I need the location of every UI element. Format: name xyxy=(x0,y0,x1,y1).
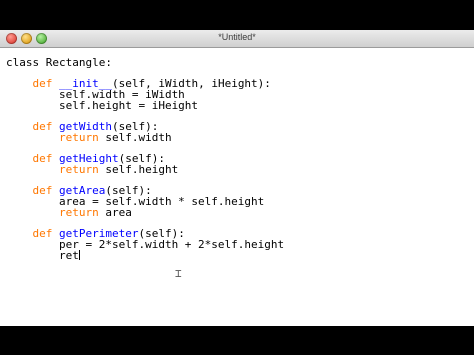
text-caret xyxy=(78,250,80,261)
code-text[interactable]: class Rectangle: def __init__(self, iWid… xyxy=(6,56,284,261)
code-keyword: return xyxy=(58,130,99,144)
bottom-letterbox xyxy=(0,326,474,355)
code-text-segment: self.width xyxy=(98,130,172,144)
code-line[interactable]: class Rectangle: xyxy=(6,56,284,69)
code-text-segment: class Rectangle: xyxy=(6,56,112,69)
editor-window: *Untitled* class Rectangle: def __init__… xyxy=(0,30,474,326)
code-line[interactable]: self.height = iHeight xyxy=(6,98,284,112)
code-line[interactable]: return self.width xyxy=(6,130,284,144)
code-text-segment: self.height xyxy=(98,162,179,176)
title-bar[interactable]: *Untitled* xyxy=(0,30,474,48)
code-keyword: return xyxy=(58,205,99,219)
code-editor[interactable]: class Rectangle: def __init__(self, iWid… xyxy=(0,48,474,326)
ibeam-cursor-icon: ⌶ xyxy=(175,267,182,280)
code-keyword: return xyxy=(58,162,99,176)
code-line[interactable]: ret xyxy=(6,250,284,261)
code-line[interactable]: return self.height xyxy=(6,162,284,176)
code-text-segment: self.height = iHeight xyxy=(6,98,199,112)
code-text-segment: ret xyxy=(6,249,79,263)
window-title: *Untitled* xyxy=(218,32,256,42)
top-letterbox xyxy=(0,0,474,30)
code-text-segment: area xyxy=(98,205,132,219)
code-line[interactable]: return area xyxy=(6,205,284,219)
